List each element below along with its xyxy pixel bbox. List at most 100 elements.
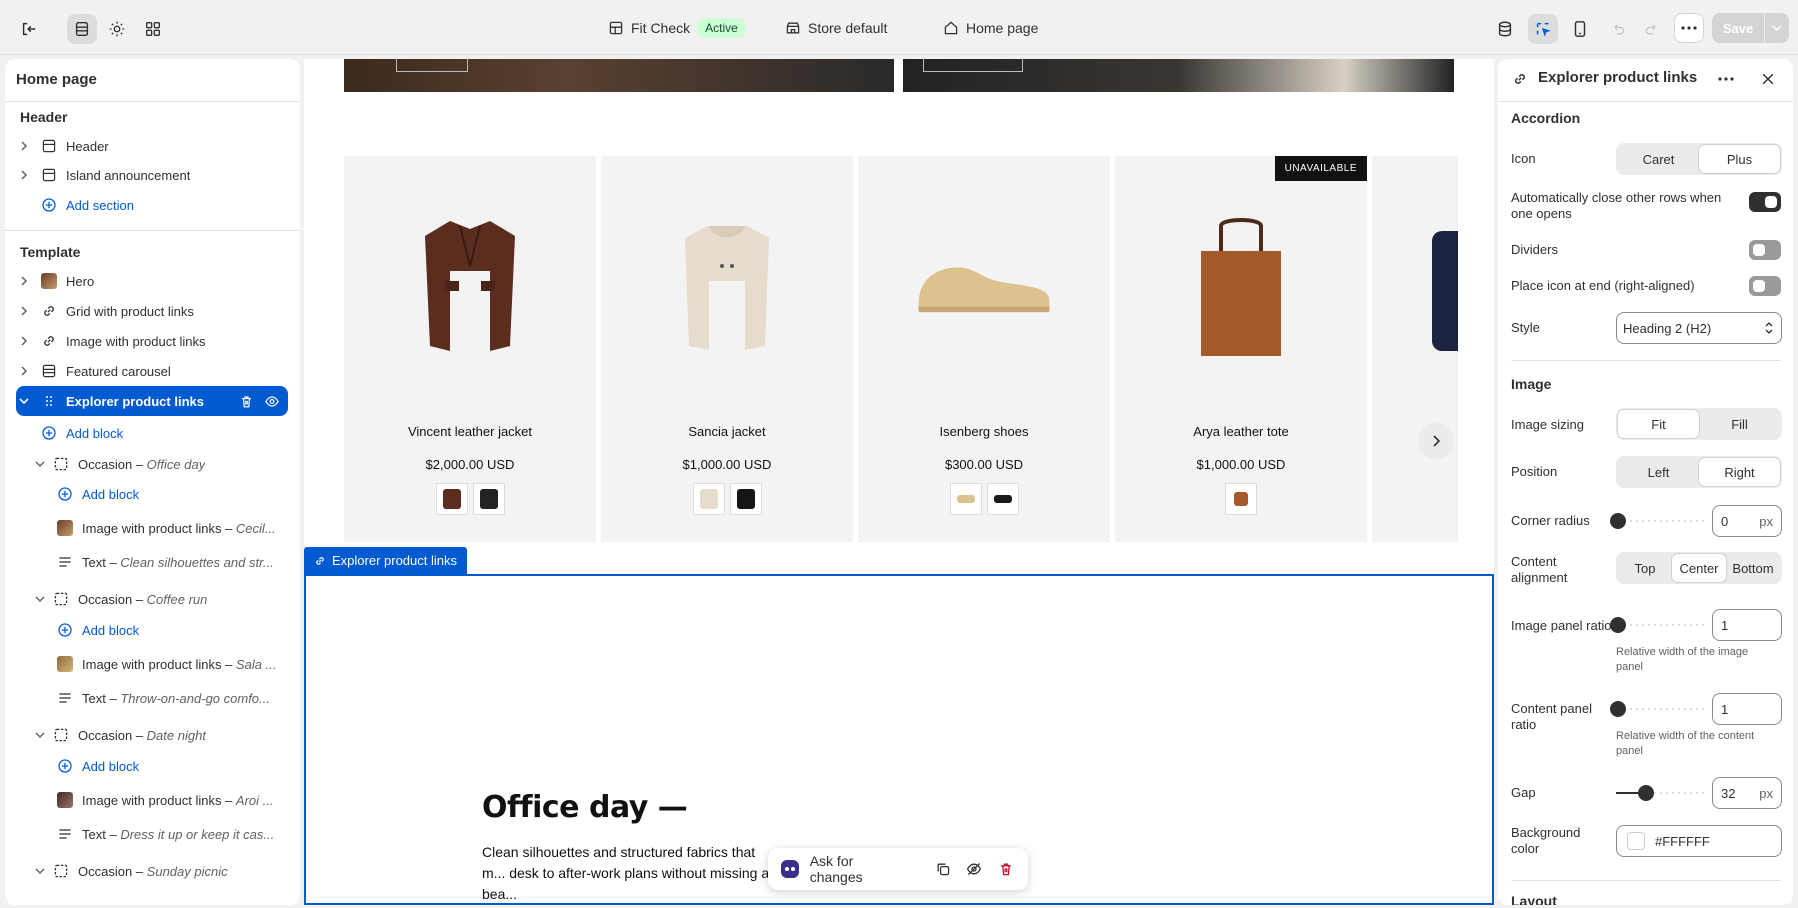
mobile-icon[interactable] [1565,14,1595,44]
color-swatch[interactable] [1627,832,1645,850]
align-option-top[interactable]: Top [1618,554,1672,582]
chevron-right-icon[interactable] [16,336,32,346]
auto-close-toggle[interactable] [1749,192,1781,212]
chevron-down-icon[interactable] [32,595,48,603]
carousel-next-button[interactable] [1418,423,1454,459]
inspector-icon[interactable] [1528,14,1558,44]
content-alignment-segmented-control[interactable]: Top Center Bottom [1616,552,1782,584]
sidebar-item-explorer-product-links[interactable]: Explorer product links [16,386,288,416]
drag-handle-icon[interactable] [40,392,58,410]
variant-swatch[interactable] [949,483,982,515]
theme-selector[interactable]: Fit Check Active [608,16,746,40]
icon-option-plus[interactable]: Plus [1699,145,1780,173]
align-option-center[interactable]: Center [1672,554,1726,582]
database-icon[interactable] [1490,14,1520,44]
position-option-left[interactable]: Left [1618,458,1699,486]
product-name[interactable]: Arya leather tote [1115,424,1367,439]
product-card[interactable]: UNAVAILABLE Arya leather tote $1,000.00 … [1115,156,1367,542]
block-text[interactable]: Text – Throw-on-and-go comfo... [48,683,293,713]
position-segmented-control[interactable]: Left Right [1616,456,1782,488]
apps-icon[interactable] [138,14,168,44]
content-panel-ratio-slider[interactable] [1610,701,1704,717]
page-selector[interactable]: Home page [943,16,1038,40]
icon-segmented-control[interactable]: Caret Plus [1616,143,1782,175]
exit-icon[interactable] [14,14,44,44]
sizing-option-fit[interactable]: Fit [1618,410,1699,438]
align-option-bottom[interactable]: Bottom [1726,554,1780,582]
chevron-right-icon[interactable] [16,170,32,180]
preview-canvas[interactable]: Vincent leather jacket $2,000.00 USD San… [304,59,1494,905]
store-selector[interactable]: Store default [785,16,887,40]
save-button[interactable]: Save [1712,13,1764,43]
product-name[interactable]: Isenberg shoes [858,424,1110,439]
sidebar-item-image-with-product-links[interactable]: Image with product links [16,326,293,356]
chevron-down-icon[interactable] [32,460,48,468]
redo-icon[interactable] [1637,14,1667,44]
add-block-button[interactable]: Add block [48,479,300,509]
block-text[interactable]: Text – Clean silhouettes and str... [48,547,293,577]
add-block-button[interactable]: Add block [32,418,300,448]
block-image-with-product-links[interactable]: Image with product links – Aroi ... [48,785,293,815]
icon-option-caret[interactable]: Caret [1618,145,1699,173]
sidebar-item-island-announcement[interactable]: Island announcement [16,160,293,190]
block-occasion-coffee-run[interactable]: Occasion – Coffee run [32,584,294,614]
gap-input[interactable]: 32 px [1712,777,1782,809]
product-card[interactable]: Sancia jacket $1,000.00 USD [601,156,853,542]
chevron-down-icon[interactable] [32,731,48,739]
sidebar-item-hero[interactable]: Hero [16,266,293,296]
variant-swatch[interactable] [986,483,1019,515]
style-select[interactable]: Heading 2 (H2) [1616,312,1782,344]
ellipsis-icon[interactable] [1718,77,1734,81]
undo-icon[interactable] [1603,14,1633,44]
add-block-button[interactable]: Add block [48,751,300,781]
chevron-right-icon[interactable] [16,141,32,151]
chevron-right-icon[interactable] [16,306,32,316]
chevron-down-icon[interactable] [16,397,32,405]
image-panel-ratio-slider[interactable] [1610,617,1704,633]
place-icon-toggle[interactable] [1749,276,1781,296]
product-card[interactable]: Isenberg shoes $300.00 USD [858,156,1110,542]
variant-swatch[interactable] [435,483,468,515]
sidebar-item-grid-with-product-links[interactable]: Grid with product links [16,296,293,326]
product-name[interactable]: Vincent leather jacket [344,424,596,439]
chevron-right-icon[interactable] [16,276,32,286]
image-panel-ratio-input[interactable]: 1 [1712,609,1782,641]
dividers-toggle[interactable] [1749,240,1781,260]
block-image-with-product-links[interactable]: Image with product links – Cecil... [48,513,293,543]
corner-radius-slider[interactable] [1610,513,1704,529]
sidebar-item-header[interactable]: Header [16,131,293,161]
duplicate-icon[interactable] [931,857,955,881]
add-block-button[interactable]: Add block [48,615,300,645]
close-icon[interactable] [1760,71,1776,87]
position-option-right[interactable]: Right [1699,458,1780,486]
block-image-with-product-links[interactable]: Image with product links – Sala ... [48,649,293,679]
background-color-input[interactable]: #FFFFFF [1616,825,1782,857]
hide-icon[interactable] [963,857,987,881]
ask-for-changes-button[interactable]: Ask for changes [810,853,909,885]
more-actions-button[interactable] [1674,13,1704,43]
variant-swatch[interactable] [1225,483,1257,515]
sizing-option-fill[interactable]: Fill [1699,410,1780,438]
trash-icon[interactable] [239,394,254,409]
content-panel-ratio-input[interactable]: 1 [1712,693,1782,725]
block-occasion-office-day[interactable]: Occasion – Office day [32,449,294,479]
delete-icon[interactable] [994,857,1018,881]
gap-slider[interactable] [1616,785,1704,801]
block-text[interactable]: Text – Dress it up or keep it cas... [48,819,293,849]
sections-icon[interactable] [67,14,97,44]
sidebar-item-featured-carousel[interactable]: Featured carousel [16,356,293,386]
variant-swatch[interactable] [692,483,725,515]
product-card[interactable]: Vincent leather jacket $2,000.00 USD [344,156,596,542]
gear-icon[interactable] [102,14,132,44]
chevron-down-icon[interactable] [32,867,48,875]
sidekick-icon[interactable] [778,857,802,881]
product-name[interactable]: Sancia jacket [601,424,853,439]
eye-icon[interactable] [264,394,280,409]
variant-swatch[interactable] [472,483,505,515]
corner-radius-input[interactable]: 0 px [1712,505,1782,537]
section-tag[interactable]: Explorer product links [304,547,467,574]
block-occasion-sunday-picnic[interactable]: Occasion – Sunday picnic [32,856,294,886]
block-occasion-date-night[interactable]: Occasion – Date night [32,720,294,750]
add-section-button[interactable]: Add section [16,190,293,220]
save-options-button[interactable] [1765,13,1789,43]
